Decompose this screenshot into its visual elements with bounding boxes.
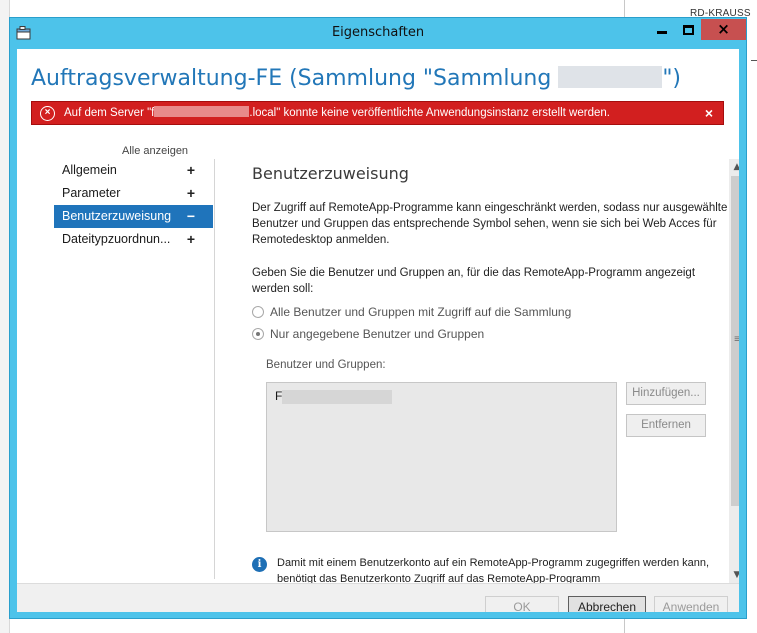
vertical-scrollbar[interactable]: ▲ ≡ ▼ <box>729 159 739 583</box>
page-title-suffix: ") <box>662 66 682 91</box>
radio-specific-users[interactable]: Nur angegebene Benutzer und Gruppen <box>252 326 484 342</box>
sidebar-item-label: Parameter <box>62 186 121 200</box>
expand-icon: + <box>186 185 195 201</box>
remove-button[interactable]: Entfernen <box>626 414 706 437</box>
radio-all-users-label: Alle Benutzer und Gruppen mit Zugriff au… <box>270 305 572 319</box>
users-groups-list[interactable]: F <box>266 382 617 532</box>
add-button[interactable]: Hinzufügen... <box>626 382 706 405</box>
dialog-content: Auftragsverwaltung-FE (Sammlung "Sammlun… <box>17 49 739 612</box>
list-item[interactable]: F <box>275 389 393 404</box>
sidebar-nav: Allgemein + Parameter + Benutzerzuweisun… <box>54 159 213 251</box>
scroll-down-icon[interactable]: ▼ <box>729 567 739 583</box>
radio-button[interactable] <box>252 306 264 318</box>
error-message: Auf dem Server "f .local" konnte keine ve… <box>64 106 610 119</box>
dialog-footer: OK Abbrechen Anwenden <box>17 583 739 612</box>
redacted-server-name <box>154 106 250 118</box>
section-title: Benutzerzuweisung <box>252 164 409 183</box>
radio-specific-users-label: Nur angegebene Benutzer und Gruppen <box>270 327 485 341</box>
minimize-icon <box>657 31 667 34</box>
sidebar-item-parameter[interactable]: Parameter + <box>54 182 213 205</box>
dismiss-error-icon[interactable]: × <box>705 105 713 121</box>
expand-icon: + <box>186 231 195 247</box>
list-item-prefix: F <box>275 389 283 403</box>
info-circle-icon: i <box>252 557 267 572</box>
sidebar-item-dateitypzuordnung[interactable]: Dateitypzuordnun... + <box>54 228 213 251</box>
scroll-up-icon[interactable]: ▲ <box>729 159 739 175</box>
page-title: Auftragsverwaltung-FE (Sammlung "Sammlun… <box>31 66 681 91</box>
show-all-link[interactable]: Alle anzeigen <box>122 145 188 157</box>
description-text: Der Zugriff auf RemoteApp-Programme kann… <box>252 202 728 246</box>
radio-all-users[interactable]: Alle Benutzer und Gruppen mit Zugriff au… <box>252 304 571 320</box>
page-title-prefix: Auftragsverwaltung-FE (Sammlung "Sammlun… <box>31 66 559 91</box>
prompt-text: Geben Sie die Benutzer und Gruppen an, f… <box>252 267 696 295</box>
sidebar-item-label: Allgemein <box>62 163 117 177</box>
error-circle-icon: × <box>40 106 55 121</box>
title-bar[interactable]: Eigenschaften × <box>10 18 746 48</box>
properties-window: Eigenschaften × Auftragsverwaltung-FE (S… <box>9 17 747 619</box>
sidebar-item-label: Benutzerzuweisung <box>62 209 172 223</box>
sidebar-item-label: Dateitypzuordnun... <box>62 232 171 246</box>
collapse-icon: − <box>186 208 195 224</box>
expand-icon: + <box>186 162 195 178</box>
sidebar-item-benutzerzuweisung[interactable]: Benutzerzuweisung − <box>54 205 213 228</box>
cancel-button[interactable]: Abbrechen <box>568 596 646 612</box>
sidebar-item-allgemein[interactable]: Allgemein + <box>54 159 213 182</box>
apply-button[interactable]: Anwenden <box>654 596 728 612</box>
users-groups-label: Benutzer und Gruppen: <box>266 359 386 371</box>
window-title: Eigenschaften <box>331 25 425 40</box>
grip-icon: ≡ <box>734 334 739 345</box>
error-banner: × Auf dem Server "f .local" konnte keine … <box>31 101 724 125</box>
close-icon: × <box>717 20 730 38</box>
minimize-button[interactable] <box>649 19 675 40</box>
sidebar-divider <box>214 159 215 579</box>
background-dash <box>751 60 757 61</box>
error-message-end: .local" konnte keine veröffentlichte Anw… <box>249 107 610 119</box>
close-button[interactable]: × <box>701 19 746 40</box>
error-message-start: Auf dem Server "f <box>64 107 155 119</box>
ok-button[interactable]: OK <box>485 596 559 612</box>
redacted-collection-name <box>558 66 663 88</box>
maximize-icon <box>682 24 694 35</box>
scrollbar-thumb[interactable]: ≡ <box>731 176 739 506</box>
radio-button-selected[interactable] <box>252 328 264 340</box>
redacted-group-name <box>282 389 393 404</box>
maximize-button[interactable] <box>675 19 701 40</box>
